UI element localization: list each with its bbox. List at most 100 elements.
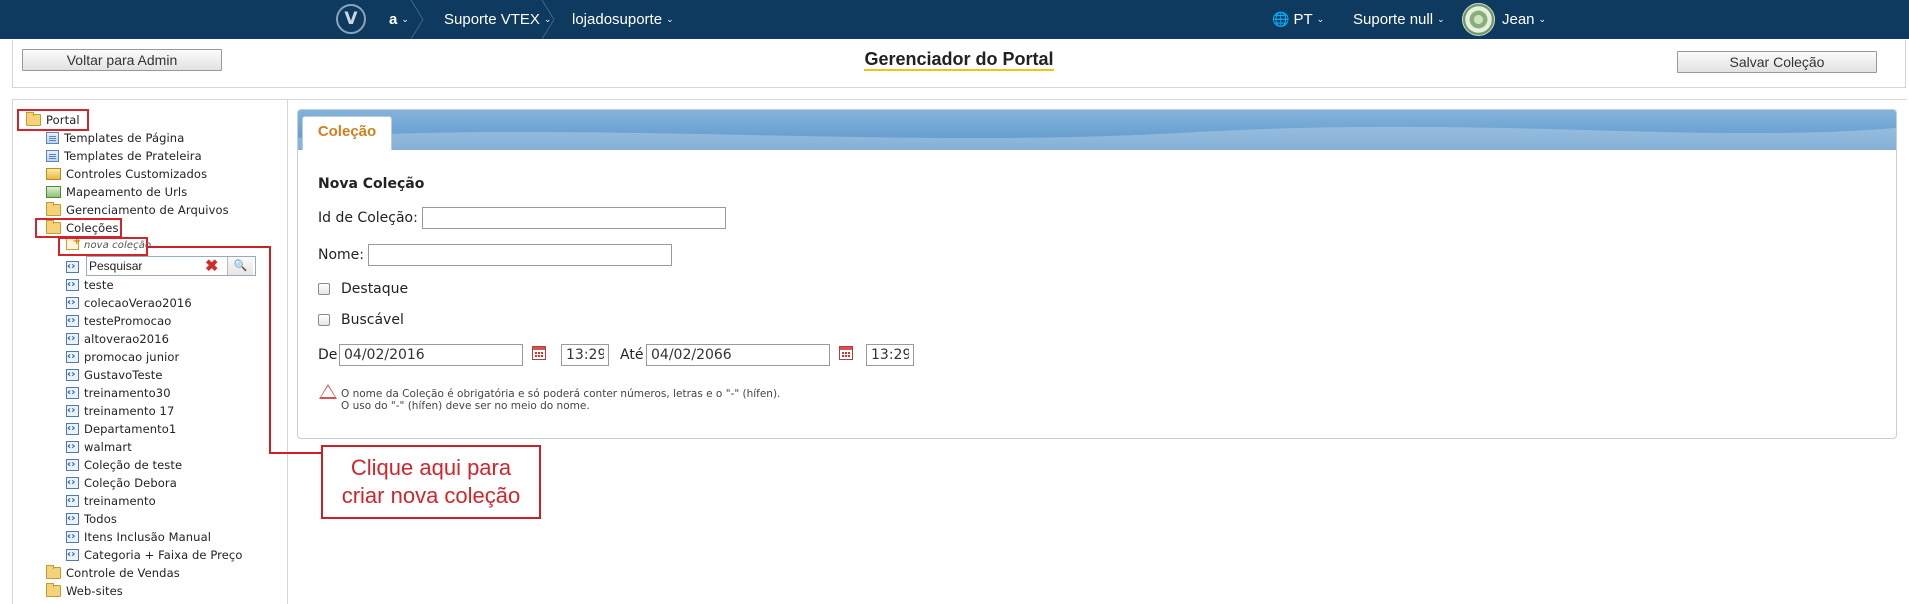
tree-node-label: Gerenciamento de Arquivos (66, 203, 229, 217)
collection-icon (66, 366, 79, 384)
list-item-label: GustavoTeste (84, 368, 163, 382)
account-name: a (389, 11, 398, 28)
top-navigation-bar: V a ⌄ Suporte VTEX ⌄ lojadosuporte ⌄ 🌐 PT ⌄ S… (0, 0, 1909, 40)
store-switcher[interactable]: Suporte VTEX ⌄ (444, 0, 551, 39)
list-item[interactable]: treinamento (66, 492, 156, 510)
list-item[interactable]: treinamento 17 (66, 402, 174, 420)
from-date-field[interactable] (339, 344, 523, 366)
list-item[interactable]: Todos (66, 510, 117, 528)
highlight-box (58, 237, 148, 256)
collection-id-field[interactable] (422, 207, 726, 229)
collection-icon (66, 420, 79, 438)
collection-icon (66, 510, 79, 528)
tree-node[interactable]: Controles Customizados (46, 165, 207, 183)
list-item-label: Departamento1 (84, 422, 177, 436)
warning-icon: ! (319, 384, 337, 399)
from-time-field[interactable] (561, 344, 609, 366)
collection-icon (66, 384, 79, 402)
list-item[interactable]: testePromocao (66, 312, 171, 330)
callout-line2: criar nova coleção (341, 483, 521, 508)
list-item[interactable]: Itens Inclusão Manual (66, 528, 211, 546)
list-item[interactable]: colecaoVerao2016 (66, 294, 192, 312)
folder-icon (46, 202, 61, 216)
clear-search-icon[interactable]: ✖ (205, 256, 218, 276)
user-menu[interactable]: Jean ⌄ (1502, 0, 1546, 39)
list-item-label: treinamento (84, 494, 156, 508)
list-item[interactable]: walmart (66, 438, 132, 456)
callout-connector (148, 246, 270, 248)
search-node (66, 258, 84, 276)
tab-colecao[interactable]: Coleção (302, 116, 392, 150)
support-menu[interactable]: Suporte null ⌄ (1353, 0, 1445, 39)
list-item[interactable]: Coleção Debora (66, 474, 177, 492)
list-item-label: treinamento 17 (84, 404, 175, 418)
tree-node[interactable]: Controle de Vendas (46, 564, 180, 582)
list-item[interactable]: treinamento30 (66, 384, 171, 402)
buscavel-checkbox[interactable] (318, 314, 330, 326)
collection-icon (66, 438, 79, 456)
support-menu-label: Suporte null (1353, 11, 1434, 28)
list-item-label: Coleção de teste (84, 458, 183, 472)
vtex-logo-icon[interactable]: V (336, 4, 366, 34)
breadcrumb-separator-icon (410, 0, 424, 40)
folder-icon (46, 583, 61, 597)
chevron-down-icon: ⌄ (1316, 14, 1325, 24)
account-switcher[interactable]: a ⌄ (389, 0, 409, 39)
tree-node[interactable]: Mapeamento de Urls (46, 183, 187, 201)
validation-note-line2: O uso do "-" (hífen) deve ser no meio do… (341, 400, 590, 412)
tree-node[interactable]: Gerenciamento de Arquivos (46, 201, 229, 219)
destaque-label: Destaque (341, 281, 409, 297)
globe-icon: 🌐 (1272, 11, 1290, 27)
list-item[interactable]: promocao junior (66, 348, 179, 366)
list-item-label: Coleção Debora (84, 476, 177, 490)
url-mapping-icon (46, 186, 61, 198)
page-template-icon (46, 132, 59, 144)
calendar-icon[interactable] (839, 346, 853, 360)
collection-icon (66, 456, 79, 474)
to-label: Até (620, 347, 644, 363)
save-collection-button[interactable]: Salvar Coleção (1677, 51, 1877, 73)
workspace-switcher[interactable]: lojadosuporte ⌄ (572, 0, 674, 39)
custom-control-icon (46, 168, 61, 180)
content-top-border (12, 99, 1906, 100)
list-item[interactable]: GustavoTeste (66, 366, 163, 384)
list-item[interactable]: altoverao2016 (66, 330, 169, 348)
panel-header: Coleção (298, 110, 1896, 150)
calendar-icon[interactable] (532, 346, 546, 360)
list-item-label: Categoria + Faixa de Preço (84, 548, 243, 562)
buscavel-label: Buscável (341, 312, 404, 328)
callout-connector (269, 452, 323, 454)
breadcrumb-separator-icon (541, 0, 555, 40)
destaque-checkbox[interactable] (318, 283, 330, 295)
workspace-name: lojadosuporte (572, 11, 663, 28)
collection-name-field[interactable] (368, 244, 672, 266)
list-item-label: Itens Inclusão Manual (84, 530, 212, 544)
list-item[interactable]: Coleção de teste (66, 456, 182, 474)
page-title: Gerenciador do Portal (864, 49, 1054, 71)
from-label: De (318, 347, 338, 363)
collection-panel: Coleção Nova Coleção Id de Coleção: Nome… (297, 109, 1897, 439)
list-item[interactable]: Categoria + Faixa de Preço (66, 546, 243, 564)
tree-node-label: Controles Customizados (66, 167, 208, 181)
collection-icon (66, 258, 79, 276)
tree-node[interactable]: Templates de Prateleira (46, 147, 202, 165)
list-item-label: altoverao2016 (84, 332, 170, 346)
avatar[interactable] (1462, 3, 1495, 36)
list-item-label: promocao junior (84, 350, 180, 364)
list-item-label: walmart (84, 440, 132, 454)
language-switcher[interactable]: 🌐 PT ⌄ (1272, 0, 1324, 39)
list-item-label: testePromocao (84, 314, 172, 328)
tree-node-label: Web-sites (66, 584, 123, 598)
to-time-field[interactable] (866, 344, 914, 366)
list-item-label: teste (84, 278, 114, 292)
store-name: Suporte VTEX (444, 11, 540, 28)
highlight-box (17, 109, 89, 131)
to-date-field[interactable] (646, 344, 830, 366)
tree-node[interactable]: Templates de Página (46, 129, 184, 147)
tree-search-input[interactable] (89, 258, 197, 274)
tree-node[interactable]: Web-sites (46, 582, 123, 600)
collection-icon (66, 348, 79, 366)
search-icon[interactable]: 🔍 (227, 257, 253, 275)
list-item[interactable]: teste (66, 276, 114, 294)
list-item[interactable]: Departamento1 (66, 420, 176, 438)
